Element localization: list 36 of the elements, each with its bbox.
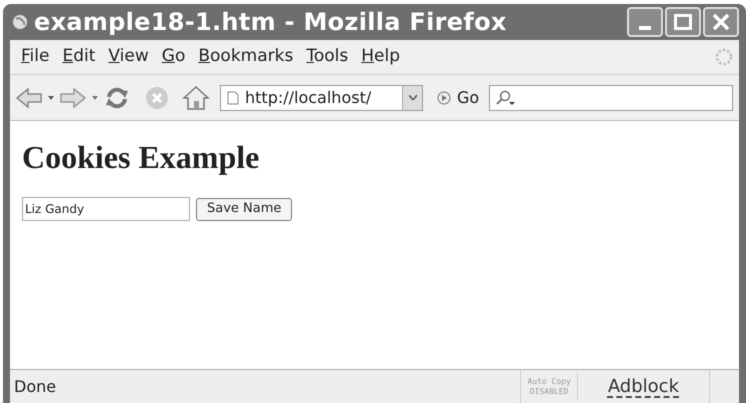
maximize-button[interactable] [665, 7, 701, 37]
dropdown-icon[interactable] [48, 96, 54, 100]
home-icon[interactable] [182, 84, 210, 110]
go-button[interactable]: Go [437, 86, 480, 110]
address-bar[interactable]: http://localhost/ [220, 84, 423, 110]
menu-item[interactable]: Go [162, 44, 186, 70]
search-icon [494, 90, 516, 106]
menu-item[interactable]: Tools [306, 44, 348, 70]
auto-copy-status: Auto Copy [527, 376, 571, 386]
status-text: Done [13, 376, 56, 398]
close-icon [712, 13, 730, 31]
url-text: http://localhost/ [245, 86, 372, 108]
page-icon [227, 90, 239, 104]
search-field[interactable] [489, 84, 733, 110]
save-name-button[interactable]: Save Name [196, 198, 292, 220]
menu-item[interactable]: Bookmarks [198, 44, 294, 70]
back-arrow-icon[interactable] [16, 86, 42, 108]
close-button[interactable] [703, 7, 739, 37]
auto-copy-status: DISABLED [530, 386, 568, 396]
window-title: example18-1.htm - Mozilla Firefox [34, 7, 507, 38]
adblock-text[interactable]: Adblock [576, 373, 709, 400]
maximize-icon [674, 14, 692, 30]
minimize-icon [639, 26, 651, 30]
menu-item[interactable]: Help [361, 44, 400, 70]
menu-item[interactable]: View [108, 44, 149, 70]
url-dropdown-button[interactable] [402, 86, 422, 110]
name-field[interactable]: Liz Gandy [22, 197, 190, 221]
menu-item[interactable]: File [21, 44, 50, 70]
globe-icon [12, 14, 28, 30]
menu-item[interactable]: Edit [62, 44, 96, 70]
throbber-icon [715, 48, 733, 66]
page-heading: Cookies Example [22, 141, 260, 173]
minimize-button[interactable] [627, 7, 663, 37]
dropdown-icon[interactable] [92, 96, 98, 100]
forward-arrow-icon[interactable] [60, 86, 86, 108]
dropdown-icon [408, 95, 416, 100]
